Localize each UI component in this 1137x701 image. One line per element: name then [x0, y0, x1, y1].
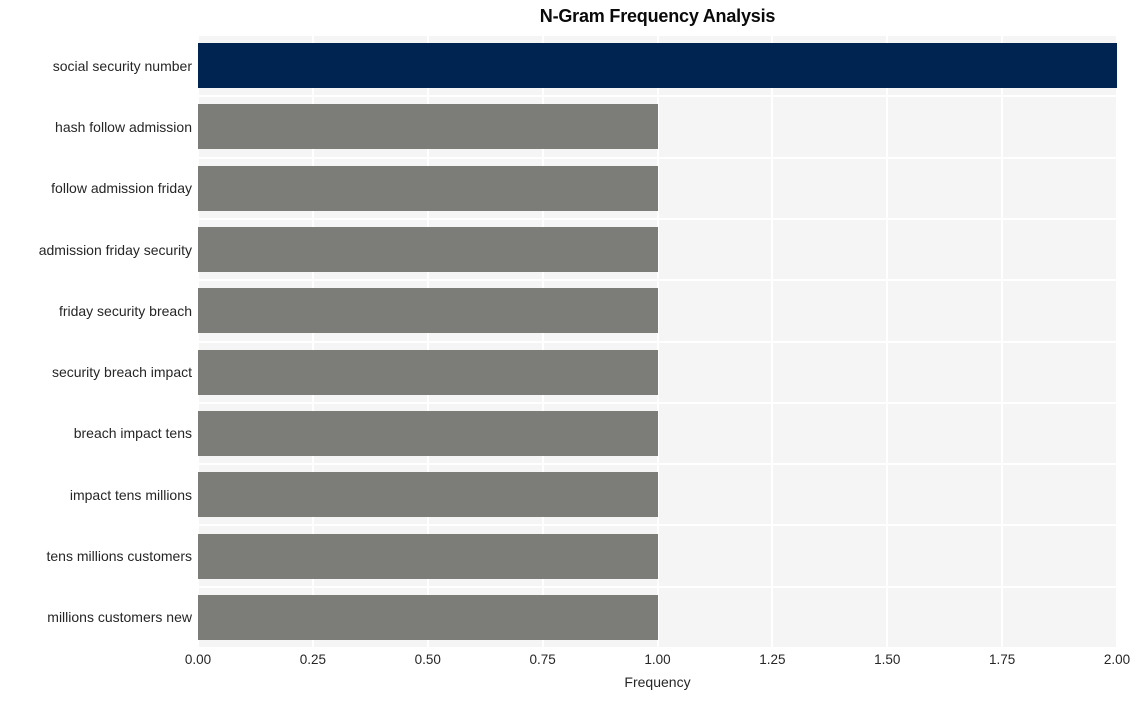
bar[interactable] [198, 43, 1117, 89]
x-axis-title: Frequency [624, 674, 691, 690]
bar[interactable] [198, 594, 658, 640]
y-gridline [198, 35, 1117, 36]
x-axis-tick-label: 1.25 [759, 652, 786, 667]
y-gridline [198, 156, 1117, 159]
y-gridline [198, 279, 1117, 282]
y-axis-tick-label: hash follow admission [55, 118, 192, 135]
y-axis-tick-label: tens millions customers [46, 548, 193, 565]
bar[interactable] [198, 104, 658, 150]
bar[interactable] [198, 349, 658, 395]
bar[interactable] [198, 288, 658, 334]
y-gridline [198, 340, 1117, 343]
x-axis-tick-label: 1.00 [644, 652, 671, 667]
chart-figure: N-Gram Frequency Analysis social securit… [0, 0, 1137, 701]
y-axis-tick-label: follow admission friday [51, 180, 192, 197]
y-gridline [198, 463, 1117, 466]
bar[interactable] [198, 410, 658, 456]
plot-area [198, 35, 1117, 648]
y-gridline [198, 401, 1117, 404]
x-axis-tick-label: 1.50 [874, 652, 901, 667]
x-axis-tick-label: 0.00 [184, 652, 212, 667]
y-gridline [198, 585, 1117, 588]
x-axis-tick-label: 0.50 [414, 652, 441, 667]
y-axis-tick-label: friday security breach [58, 302, 192, 319]
x-axis-tick-label: 2.00 [1103, 652, 1131, 667]
bar[interactable] [198, 227, 658, 273]
y-axis-tick-label: impact tens millions [69, 486, 192, 503]
x-axis-tick-label: 1.75 [988, 652, 1016, 667]
y-axis-tick-label: breach impact tens [73, 425, 192, 442]
y-axis-tick-label: security breach impact [51, 364, 192, 381]
y-axis-tick-label: social security number [52, 57, 192, 74]
y-axis-tick-label: admission friday security [38, 241, 192, 258]
bar[interactable] [198, 165, 658, 211]
bar[interactable] [198, 533, 658, 579]
y-gridline [198, 95, 1117, 98]
y-gridline [198, 217, 1117, 220]
y-axis-tick-label: millions customers new [47, 609, 192, 626]
x-axis-tick-label: 0.75 [529, 652, 556, 667]
y-gridline [198, 524, 1117, 527]
y-gridline [198, 647, 1117, 648]
x-axis-tick-label: 0.25 [299, 652, 327, 667]
chart-title: N-Gram Frequency Analysis [539, 6, 776, 26]
bar[interactable] [198, 472, 658, 518]
